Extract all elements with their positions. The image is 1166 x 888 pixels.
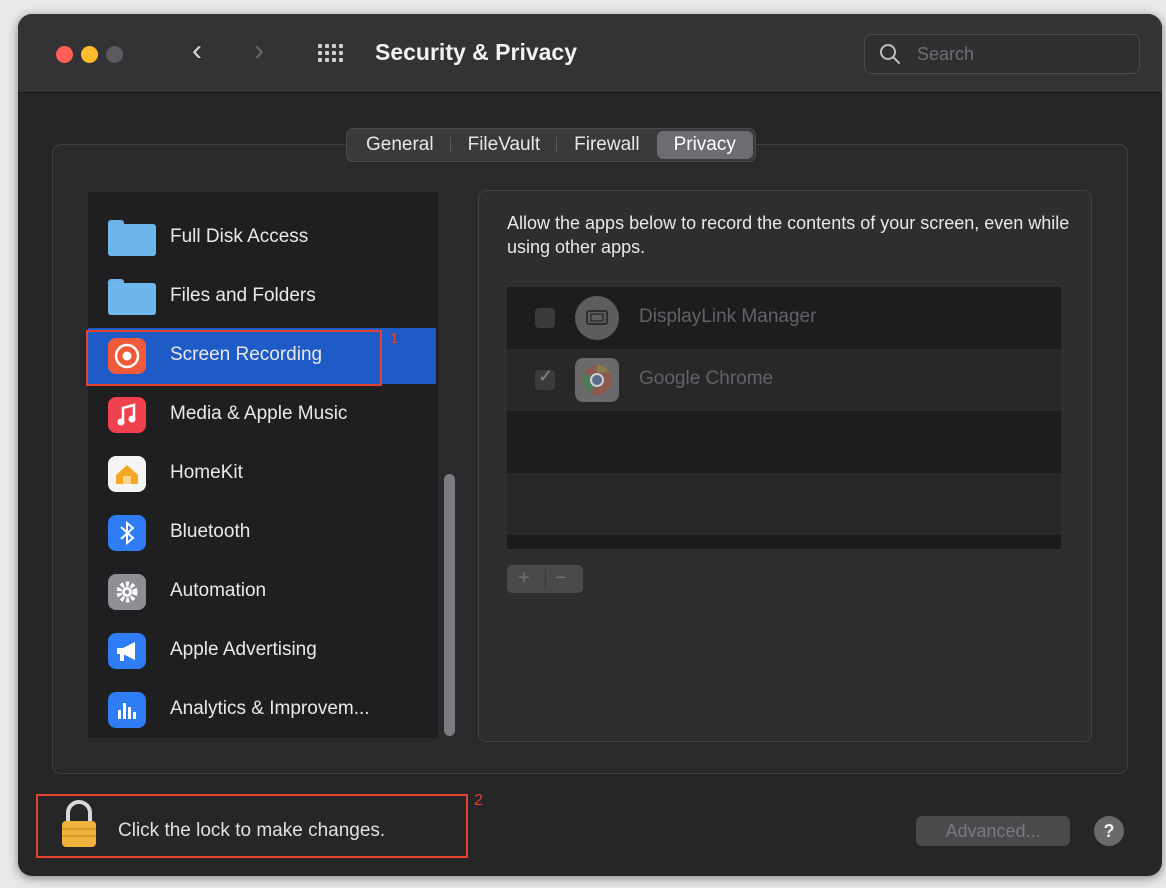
sidebar-item-automation[interactable]: Automation	[88, 564, 436, 620]
tab-privacy[interactable]: Privacy	[656, 131, 753, 159]
tab-general[interactable]: General	[349, 131, 451, 159]
gear-icon	[108, 574, 146, 610]
app-name: Google Chrome	[639, 368, 774, 389]
back-chevron-icon[interactable]: ‹	[192, 36, 202, 66]
close-button[interactable]	[56, 46, 73, 63]
tab-bar: General FileVault Firewall Privacy	[346, 128, 756, 162]
app-row-empty	[507, 411, 1061, 473]
sidebar-item-full-disk-access[interactable]: Full Disk Access	[88, 210, 436, 266]
annotation-number-1: 1	[390, 330, 399, 347]
analytics-icon	[108, 692, 146, 728]
privacy-sidebar[interactable]: Full Disk Access Files and Folders Scree…	[88, 192, 462, 738]
app-checkbox-unchecked[interactable]	[535, 308, 555, 328]
app-checkbox-checked[interactable]: ✓	[535, 366, 555, 390]
home-icon	[108, 456, 146, 492]
search-field[interactable]: Search	[864, 34, 1140, 74]
displaylink-icon	[575, 296, 619, 340]
pane-description: Allow the apps below to record the conte…	[507, 213, 1070, 257]
app-list[interactable]: DisplayLink Manager ✓ Google Chrome	[507, 287, 1061, 549]
app-row-empty	[507, 473, 1061, 535]
minimize-button[interactable]	[81, 46, 98, 63]
annotation-number-2: 2	[474, 792, 483, 809]
sidebar-item-apple-advertising[interactable]: Apple Advertising	[88, 623, 436, 679]
add-app-button[interactable]: +	[518, 567, 530, 590]
annotation-box-2	[36, 794, 468, 858]
sidebar-item-media-apple-music[interactable]: Media & Apple Music	[88, 387, 436, 443]
sidebar-item-homekit[interactable]: HomeKit	[88, 446, 436, 502]
sidebar-item-label: Bluetooth	[170, 521, 251, 542]
sidebar-item-label: Full Disk Access	[170, 226, 309, 247]
sidebar-item-label: Analytics & Improvem...	[170, 698, 370, 719]
bluetooth-icon	[108, 515, 146, 551]
add-remove-control: + −	[507, 565, 583, 593]
music-icon	[108, 397, 146, 433]
folder-icon	[108, 220, 156, 256]
tab-filevault[interactable]: FileVault	[451, 131, 558, 159]
sidebar-item-label: Automation	[170, 580, 267, 601]
annotation-box-1	[86, 330, 382, 386]
sidebar-item-analytics[interactable]: Analytics & Improvem...	[88, 682, 436, 738]
sidebar-item-label: Media & Apple Music	[170, 403, 348, 424]
help-button[interactable]: ?	[1094, 816, 1124, 846]
chrome-icon	[575, 358, 619, 402]
zoom-button[interactable]	[106, 46, 123, 63]
show-all-grid-icon[interactable]	[318, 44, 352, 64]
advanced-button[interactable]: Advanced...	[916, 816, 1070, 846]
divider	[545, 569, 546, 589]
sidebar-item-label: Apple Advertising	[170, 639, 317, 660]
tab-firewall[interactable]: Firewall	[557, 131, 656, 159]
app-row-displaylink[interactable]: DisplayLink Manager	[507, 287, 1061, 349]
sidebar-item-label: HomeKit	[170, 462, 243, 483]
title-bar: ‹ › Security & Privacy Search	[18, 14, 1162, 93]
sidebar-item-label: Files and Folders	[170, 285, 316, 306]
search-icon	[880, 44, 900, 64]
folder-icon	[108, 279, 156, 315]
app-name: DisplayLink Manager	[639, 306, 817, 327]
checkmark-icon: ✓	[538, 366, 554, 386]
megaphone-icon	[108, 633, 146, 669]
sidebar-item-bluetooth[interactable]: Bluetooth	[88, 505, 436, 561]
app-row-chrome[interactable]: ✓ Google Chrome	[507, 349, 1061, 411]
forward-chevron-icon[interactable]: ›	[254, 36, 264, 66]
window-title: Security & Privacy	[375, 39, 578, 65]
search-placeholder: Search	[917, 44, 975, 64]
sidebar-item-files-and-folders[interactable]: Files and Folders	[88, 269, 436, 325]
system-preferences-window: ‹ › Security & Privacy Search General Fi…	[18, 14, 1162, 876]
remove-app-button[interactable]: −	[555, 567, 567, 590]
screen-recording-pane: Allow the apps below to record the conte…	[478, 190, 1092, 742]
sidebar-scroll-thumb[interactable]	[444, 474, 455, 736]
